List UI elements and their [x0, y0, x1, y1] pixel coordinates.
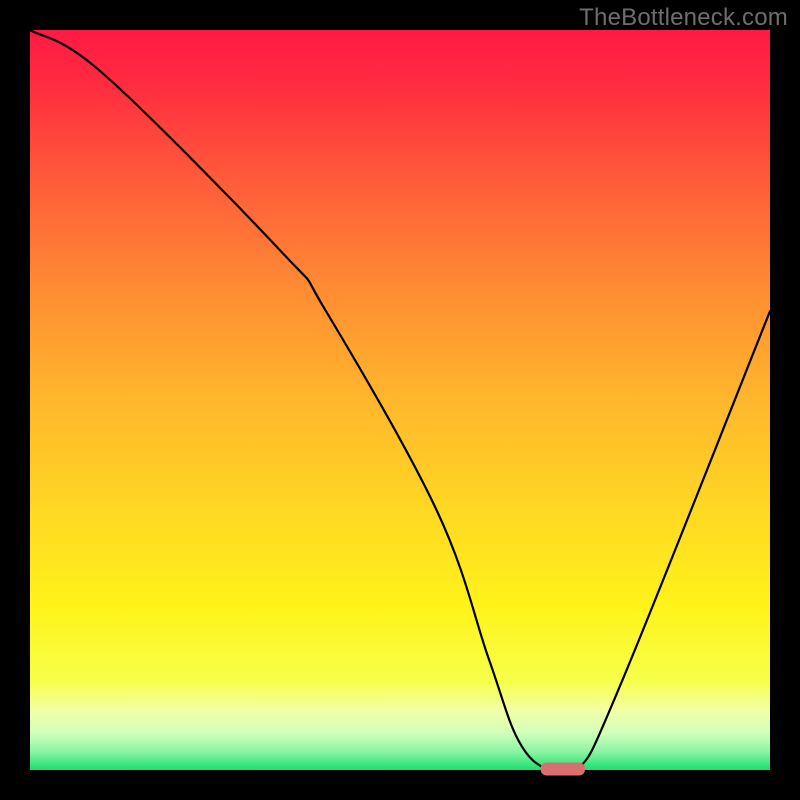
optimal-marker: [541, 763, 585, 776]
chart-container: TheBottleneck.com: [0, 0, 800, 800]
watermark-text: TheBottleneck.com: [579, 4, 788, 32]
bottleneck-chart: [0, 0, 800, 800]
plot-background: [30, 30, 770, 770]
